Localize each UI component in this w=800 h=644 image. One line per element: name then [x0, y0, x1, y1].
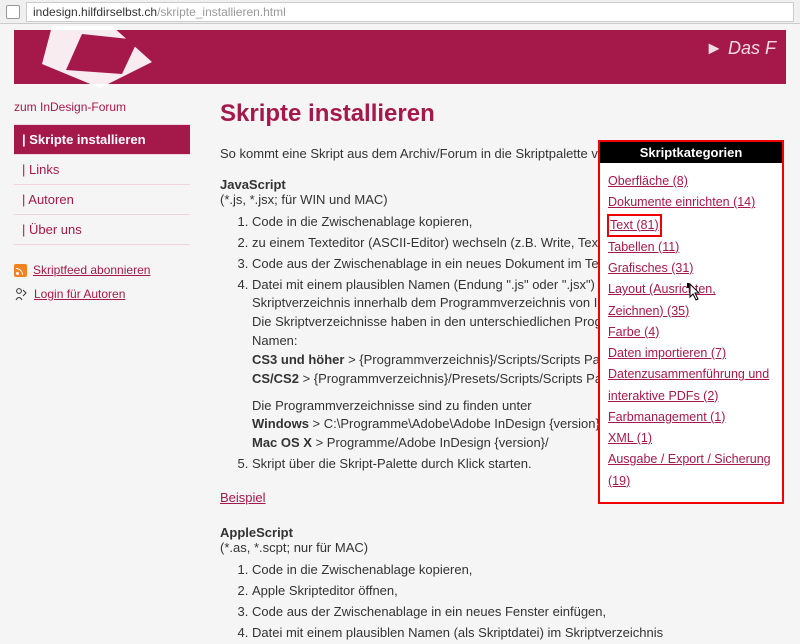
category-link[interactable]: Farbmanagement (1)	[608, 407, 774, 428]
category-link[interactable]: Farbe (4)	[608, 322, 774, 343]
login-link[interactable]: Login für Autoren	[34, 287, 125, 301]
nav-list: | Skripte installieren | Links | Autoren…	[14, 124, 190, 245]
categories-list: Oberfläche (8)Dokumente einrichten (14)T…	[600, 163, 782, 502]
as-heading: AppleScript	[220, 525, 776, 540]
banner-right-text: ► Das F	[705, 38, 776, 59]
forum-link[interactable]: zum InDesign-Forum	[14, 100, 190, 114]
category-link[interactable]: Oberfläche (8)	[608, 171, 774, 192]
nav-item-ueber-uns[interactable]: | Über uns	[14, 214, 190, 245]
list-item: Code in die Zwischenablage kopieren,	[252, 561, 776, 580]
nav-label: Links	[29, 162, 59, 177]
list-item: Code aus der Zwischenablage in ein neues…	[252, 603, 776, 622]
category-link[interactable]: Tabellen (11)	[608, 237, 774, 258]
nav-label: Skripte installieren	[29, 132, 145, 147]
page-title: Skripte installieren	[220, 100, 776, 128]
rss-icon	[14, 264, 27, 277]
categories-box: Skriptkategorien Oberfläche (8)Dokumente…	[598, 140, 784, 504]
example-link[interactable]: Beispiel	[220, 490, 266, 505]
url-host: indesign.hilfdirselbst.ch	[33, 5, 157, 19]
categories-title: Skriptkategorien	[600, 142, 782, 163]
url-path: /skripte_installieren.html	[157, 5, 286, 19]
list-item: Datei mit einem plausiblen Namen (als Sk…	[252, 624, 776, 643]
login-icon	[14, 287, 28, 301]
browser-address-bar: indesign.hilfdirselbst.ch/skripte_instal…	[0, 0, 800, 24]
logo-shape	[42, 26, 162, 88]
nav-item-autoren[interactable]: | Autoren	[14, 184, 190, 214]
nav-label: Autoren	[28, 192, 74, 207]
nav-item-skripte-installieren[interactable]: | Skripte installieren	[14, 124, 190, 154]
url-input[interactable]: indesign.hilfdirselbst.ch/skripte_instal…	[26, 2, 794, 22]
nav-label: Über uns	[29, 222, 82, 237]
category-link[interactable]: XML (1)	[608, 428, 774, 449]
category-link[interactable]: Grafisches (31)	[608, 258, 774, 279]
sidebar: zum InDesign-Forum | Skripte installiere…	[14, 100, 190, 644]
as-steps: Code in die Zwischenablage kopieren, App…	[252, 561, 776, 642]
category-link[interactable]: Ausgabe / Export / Sicherung (19)	[608, 449, 774, 492]
category-link[interactable]: Daten importieren (7)	[608, 343, 774, 364]
nav-item-links[interactable]: | Links	[14, 154, 190, 184]
site-banner: ► Das F	[14, 30, 786, 84]
as-sub: (*.as, *.scpt; nur für MAC)	[220, 540, 776, 555]
list-item: Apple Skripteditor öffnen,	[252, 582, 776, 601]
feed-link[interactable]: Skriptfeed abonnieren	[33, 263, 150, 277]
category-link[interactable]: Text (81)	[608, 215, 661, 236]
category-link[interactable]: Dokumente einrichten (14)	[608, 192, 774, 213]
category-link[interactable]: Layout (Ausrichten, Zeichnen) (35)	[608, 279, 774, 322]
category-link[interactable]: Datenzusammenführung und interaktive PDF…	[608, 364, 774, 407]
page-icon	[6, 5, 20, 19]
